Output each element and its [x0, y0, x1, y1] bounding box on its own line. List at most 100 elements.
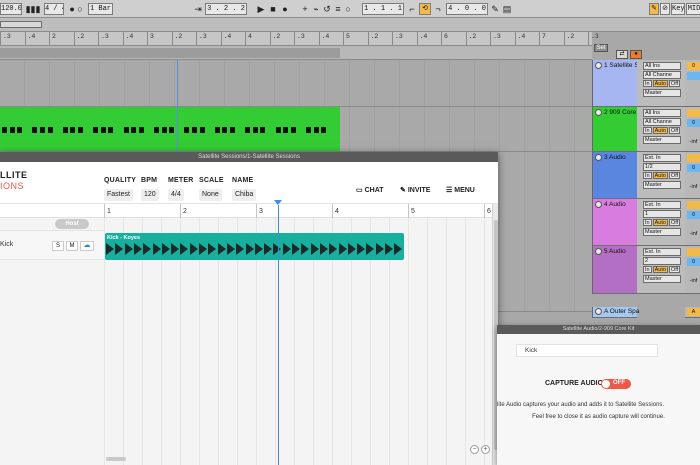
io-toggle-icon[interactable]: ⇄ — [616, 50, 628, 59]
track-activator-icon[interactable] — [595, 201, 602, 208]
beat-ruler[interactable]: .3 .4 2 .2 .3 .4 3 .2 .3 .4 4 .2 .3 .4 5 .2 .3 .4 6 .2 .3 .4 7… — [0, 32, 599, 46]
reenable-icon[interactable]: ↺ — [322, 3, 332, 15]
punch-out-icon[interactable]: ¬ — [432, 3, 444, 15]
horizontal-scroll-thumb[interactable] — [106, 457, 126, 461]
input-type-select[interactable]: Ext. In — [643, 248, 681, 256]
monitor-off[interactable]: Off — [668, 219, 681, 226]
track-number-button[interactable]: 0 — [687, 62, 700, 70]
capture-midi-icon[interactable]: ≡ — [333, 3, 343, 15]
monitor-in[interactable]: In — [643, 127, 652, 134]
record-icon[interactable]: ● — [280, 3, 290, 15]
input-channel-select[interactable]: 1/2 — [643, 163, 681, 171]
track-header-5[interactable]: 5 Audio — [592, 246, 637, 294]
input-channel-select[interactable]: 1 — [643, 210, 681, 218]
draw-mode-icon[interactable]: ✎ — [490, 3, 500, 15]
punch-in-icon[interactable]: ⌐ — [406, 3, 418, 15]
output-select[interactable]: Master — [643, 181, 681, 189]
track-number-button[interactable] — [687, 109, 700, 117]
track-activator-icon[interactable] — [595, 308, 602, 315]
lane-909-core-kit[interactable] — [0, 107, 592, 152]
set-button[interactable]: Set — [594, 44, 608, 52]
track-row-kick[interactable]: Kick S M ☁ — [0, 230, 104, 260]
output-select[interactable]: Master — [643, 89, 681, 97]
automation-arm-icon[interactable]: ⌁ — [311, 3, 321, 15]
metronome-icon[interactable]: ● ○ — [66, 3, 86, 15]
midi-clip-909[interactable] — [0, 107, 340, 151]
track-header-2[interactable]: 2 909 Core K — [592, 107, 642, 152]
overdub-icon[interactable]: + — [300, 3, 310, 15]
input-channel-select[interactable]: 2 — [643, 257, 681, 265]
bpm-field[interactable]: 120 — [141, 189, 159, 201]
volume-field[interactable]: 0 — [687, 164, 700, 172]
solo-button[interactable]: S — [52, 241, 64, 251]
signature-field[interactable]: 4 / 4 — [44, 3, 64, 15]
cloud-upload-icon[interactable]: ☁ — [80, 241, 94, 251]
input-type-select[interactable]: All Ins — [643, 109, 681, 117]
session-record-icon[interactable]: ○ — [343, 3, 353, 15]
zoom-out-button[interactable]: − — [470, 445, 479, 454]
volume-field[interactable]: 0 — [687, 119, 700, 127]
tap-tempo-icon[interactable]: ▮▮▮ — [23, 3, 43, 15]
monitor-in[interactable]: In — [643, 219, 652, 226]
track-select-field[interactable]: Kick — [516, 344, 658, 357]
monitor-in[interactable]: In — [643, 266, 652, 273]
key-map-button[interactable]: Key — [671, 3, 685, 15]
output-select[interactable]: Master — [643, 275, 681, 283]
follow-icon[interactable]: ⇥ — [192, 3, 204, 15]
input-channel-select[interactable]: All Channe — [643, 118, 681, 126]
monitor-in[interactable]: In — [643, 172, 652, 179]
loop-bar[interactable] — [0, 46, 592, 60]
track-number-button[interactable] — [687, 248, 700, 256]
play-icon[interactable]: ▶ — [256, 3, 266, 15]
loop-toggle-icon[interactable]: ⟲ — [419, 3, 431, 15]
computer-midi-icon[interactable]: ▤ — [502, 3, 512, 15]
loop-brace[interactable] — [0, 48, 340, 58]
monitor-off[interactable]: Off — [668, 127, 681, 134]
zoom-in-button[interactable]: + — [481, 445, 490, 454]
input-type-select[interactable]: Ext. In — [643, 154, 681, 162]
invite-button[interactable]: ✎ INVITE — [400, 186, 430, 194]
volume-field[interactable]: 0 — [687, 211, 700, 219]
monitor-off[interactable]: Off — [668, 80, 681, 87]
monitor-off[interactable]: Off — [668, 266, 681, 273]
monitor-auto[interactable]: Auto — [652, 127, 668, 134]
audio-clip-kick[interactable]: Kick - Koyes — [105, 233, 404, 260]
track-activator-icon[interactable] — [595, 62, 602, 69]
quantize-select[interactable]: 1 Bar — [88, 3, 113, 15]
capture-audio-toggle[interactable]: OFF — [601, 379, 631, 389]
mute-button[interactable]: M — [66, 241, 78, 251]
record-arm-icon[interactable]: ● — [630, 50, 642, 59]
track-activator-icon[interactable] — [595, 248, 602, 255]
track-activator-icon[interactable] — [595, 109, 602, 116]
session-ruler[interactable]: 1 2 3 4 5 6 — [0, 204, 492, 218]
track-activator-icon[interactable] — [595, 154, 602, 161]
lane-satellite-sessions[interactable] — [0, 60, 592, 107]
volume-field[interactable] — [687, 72, 700, 80]
volume-field[interactable]: 0 — [687, 258, 700, 266]
tempo-field[interactable]: 120.00 — [0, 3, 22, 15]
input-type-select[interactable]: All Ins — [643, 62, 681, 70]
track-header-3[interactable]: 3 Audio — [592, 152, 637, 199]
pencil-icon[interactable]: ✎ — [649, 3, 659, 15]
output-select[interactable]: Master — [643, 228, 681, 236]
track-number-button[interactable] — [687, 201, 700, 209]
chat-button[interactable]: ▭ CHAT — [356, 186, 384, 194]
quality-select[interactable]: Fastest — [104, 189, 133, 201]
monitor-auto[interactable]: Auto — [652, 219, 668, 226]
monitor-in[interactable]: In — [643, 80, 652, 87]
input-type-select[interactable]: Ext. In — [643, 201, 681, 209]
loop-length-field[interactable]: 4 . 0 . 0 — [446, 3, 488, 15]
track-header-4[interactable]: 4 Audio — [592, 199, 637, 246]
return-button[interactable]: A — [687, 308, 700, 316]
track-number-button[interactable] — [687, 154, 700, 162]
overview-bar[interactable] — [0, 18, 700, 32]
output-select[interactable]: Master — [643, 136, 681, 144]
scale-select[interactable]: None — [199, 189, 222, 201]
track-header-1[interactable]: 1 Satellite S — [592, 60, 639, 107]
return-track-a[interactable]: A Outer Spa — [592, 307, 639, 318]
monitor-auto[interactable]: Auto — [652, 172, 668, 179]
session-name-field[interactable]: Chiba — [232, 189, 257, 201]
meter-field[interactable]: 4/4 — [168, 189, 184, 201]
loop-start-field[interactable]: 1 . 1 . 1 — [362, 3, 404, 15]
monitor-auto[interactable]: Auto — [652, 80, 668, 87]
